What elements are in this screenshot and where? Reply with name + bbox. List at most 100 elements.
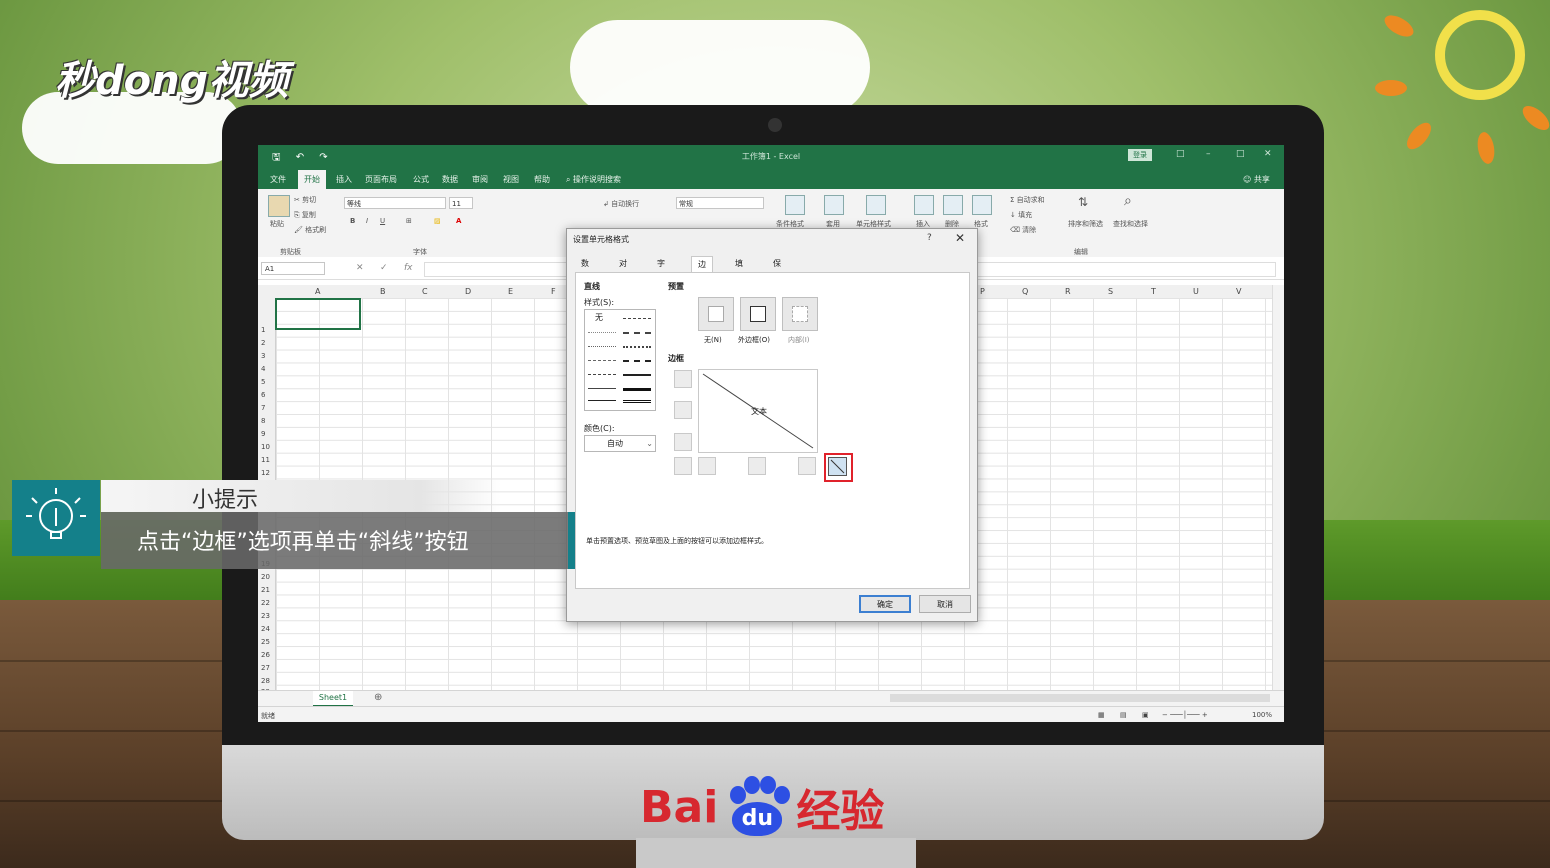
column-f[interactable]: F bbox=[551, 287, 556, 296]
tab-border[interactable]: 边框 bbox=[691, 256, 713, 284]
tab-review[interactable]: 审阅 bbox=[472, 174, 488, 185]
tell-me-search[interactable]: ⌕ 操作说明搜索 bbox=[566, 174, 621, 185]
border-preview[interactable]: 文本 bbox=[698, 369, 818, 453]
row-20[interactable]: 20 bbox=[261, 573, 270, 581]
cancel-button[interactable]: 取消 bbox=[919, 595, 971, 613]
right-border-button[interactable] bbox=[798, 457, 816, 475]
row-12[interactable]: 12 bbox=[261, 469, 270, 477]
confirm-formula-icon[interactable]: ✓ bbox=[380, 263, 388, 273]
border-button[interactable]: ⊞ bbox=[406, 217, 412, 225]
ok-button[interactable]: 确定 bbox=[859, 595, 911, 613]
row-9[interactable]: 9 bbox=[261, 430, 265, 438]
row-4[interactable]: 4 bbox=[261, 365, 265, 373]
column-d[interactable]: D bbox=[465, 287, 471, 296]
row-7[interactable]: 7 bbox=[261, 404, 265, 412]
preset-inside-button[interactable] bbox=[782, 297, 818, 331]
diagonal-up-border-button[interactable] bbox=[674, 457, 692, 475]
column-b[interactable]: B bbox=[380, 287, 386, 296]
line-style-option[interactable] bbox=[623, 388, 651, 391]
bold-button[interactable]: B bbox=[350, 217, 355, 225]
column-e[interactable]: E bbox=[508, 287, 513, 296]
row-23[interactable]: 23 bbox=[261, 612, 270, 620]
column-a[interactable]: A bbox=[315, 287, 320, 296]
delete-cells-icon[interactable] bbox=[943, 195, 963, 215]
add-sheet-icon[interactable]: ⊕ bbox=[374, 692, 382, 703]
bottom-border-button[interactable] bbox=[674, 433, 692, 451]
cancel-formula-icon[interactable]: ✕ bbox=[356, 263, 364, 273]
line-style-option[interactable] bbox=[623, 346, 651, 348]
fill-color-button[interactable]: ▨ bbox=[434, 217, 441, 225]
help-button[interactable]: ? bbox=[927, 233, 932, 243]
line-style-option[interactable] bbox=[588, 346, 616, 347]
copy-button[interactable]: ⎘ 复制 bbox=[294, 210, 316, 220]
sort-filter-icon[interactable]: ⇅ bbox=[1078, 195, 1088, 209]
zoom-slider[interactable]: − ───│─── + bbox=[1162, 711, 1208, 719]
line-style-none[interactable]: 无 bbox=[595, 312, 603, 323]
line-style-option[interactable] bbox=[623, 332, 651, 334]
row-26[interactable]: 26 bbox=[261, 651, 270, 659]
row-1[interactable]: 1 bbox=[261, 326, 265, 334]
row-8[interactable]: 8 bbox=[261, 417, 265, 425]
column-s[interactable]: S bbox=[1108, 287, 1113, 296]
line-style-option[interactable] bbox=[588, 360, 616, 361]
line-style-option[interactable] bbox=[623, 318, 651, 319]
color-select[interactable]: 自动 ⌄ bbox=[584, 435, 656, 452]
autosum-button[interactable]: Σ 自动求和 bbox=[1010, 195, 1045, 205]
underline-button[interactable]: U bbox=[380, 217, 385, 225]
close-icon[interactable]: ✕ bbox=[1264, 149, 1272, 159]
tab-alignment[interactable]: 对齐 bbox=[613, 256, 633, 283]
sheet-tab-sheet1[interactable]: Sheet1 bbox=[313, 691, 353, 707]
row-5[interactable]: 5 bbox=[261, 378, 265, 386]
middle-vertical-border-button[interactable] bbox=[748, 457, 766, 475]
line-style-option[interactable] bbox=[588, 374, 616, 375]
tab-number[interactable]: 数字 bbox=[575, 256, 595, 283]
tab-home[interactable]: 开始 bbox=[298, 170, 326, 189]
left-border-button[interactable] bbox=[698, 457, 716, 475]
tab-help[interactable]: 帮助 bbox=[534, 174, 550, 185]
top-border-button[interactable] bbox=[674, 370, 692, 388]
row-6[interactable]: 6 bbox=[261, 391, 265, 399]
vertical-scrollbar[interactable] bbox=[1272, 285, 1284, 690]
line-style-option[interactable] bbox=[623, 360, 651, 362]
preset-outline-button[interactable] bbox=[740, 297, 776, 331]
insert-function-icon[interactable]: fx bbox=[404, 263, 413, 273]
preset-none-button[interactable] bbox=[698, 297, 734, 331]
row-21[interactable]: 21 bbox=[261, 586, 270, 594]
dialog-close-icon[interactable]: ✕ bbox=[955, 231, 965, 245]
row-25[interactable]: 25 bbox=[261, 638, 270, 646]
row-3[interactable]: 3 bbox=[261, 352, 265, 360]
row-28[interactable]: 28 bbox=[261, 677, 270, 685]
find-select-icon[interactable]: ⌕ bbox=[1124, 193, 1132, 209]
line-style-list[interactable]: 无 bbox=[584, 309, 656, 411]
row-2[interactable]: 2 bbox=[261, 339, 265, 347]
tab-file[interactable]: 文件 bbox=[270, 174, 286, 185]
page-break-view-icon[interactable]: ▣ bbox=[1142, 711, 1149, 719]
row-11[interactable]: 11 bbox=[261, 456, 270, 464]
font-color-button[interactable]: A bbox=[456, 217, 461, 225]
horizontal-scrollbar[interactable] bbox=[890, 694, 1270, 702]
tab-data[interactable]: 数据 bbox=[442, 174, 458, 185]
line-style-option[interactable] bbox=[623, 400, 651, 403]
tab-page-layout[interactable]: 页面布局 bbox=[365, 174, 397, 185]
table-icon[interactable] bbox=[824, 195, 844, 215]
wrap-text-button[interactable]: ↲ 自动换行 bbox=[603, 199, 639, 209]
middle-horizontal-border-button[interactable] bbox=[674, 401, 692, 419]
format-cells-icon[interactable] bbox=[972, 195, 992, 215]
column-r[interactable]: R bbox=[1065, 287, 1071, 296]
number-format-select[interactable]: 常规 bbox=[676, 197, 764, 209]
column-t[interactable]: T bbox=[1151, 287, 1156, 296]
column-c[interactable]: C bbox=[422, 287, 428, 296]
row-10[interactable]: 10 bbox=[261, 443, 270, 451]
page-layout-view-icon[interactable]: ▤ bbox=[1120, 711, 1127, 719]
column-v[interactable]: V bbox=[1236, 287, 1241, 296]
line-style-option[interactable] bbox=[623, 374, 651, 376]
tab-view[interactable]: 视图 bbox=[503, 174, 519, 185]
tab-protection[interactable]: 保护 bbox=[767, 256, 787, 283]
diagonal-down-border-button[interactable] bbox=[828, 457, 847, 476]
row-22[interactable]: 22 bbox=[261, 599, 270, 607]
line-style-option[interactable] bbox=[588, 400, 616, 401]
column-u[interactable]: U bbox=[1193, 287, 1199, 296]
normal-view-icon[interactable]: ▦ bbox=[1098, 711, 1105, 719]
clear-button[interactable]: ⌫ 清除 bbox=[1010, 225, 1036, 235]
cell-style-icon[interactable] bbox=[866, 195, 886, 215]
